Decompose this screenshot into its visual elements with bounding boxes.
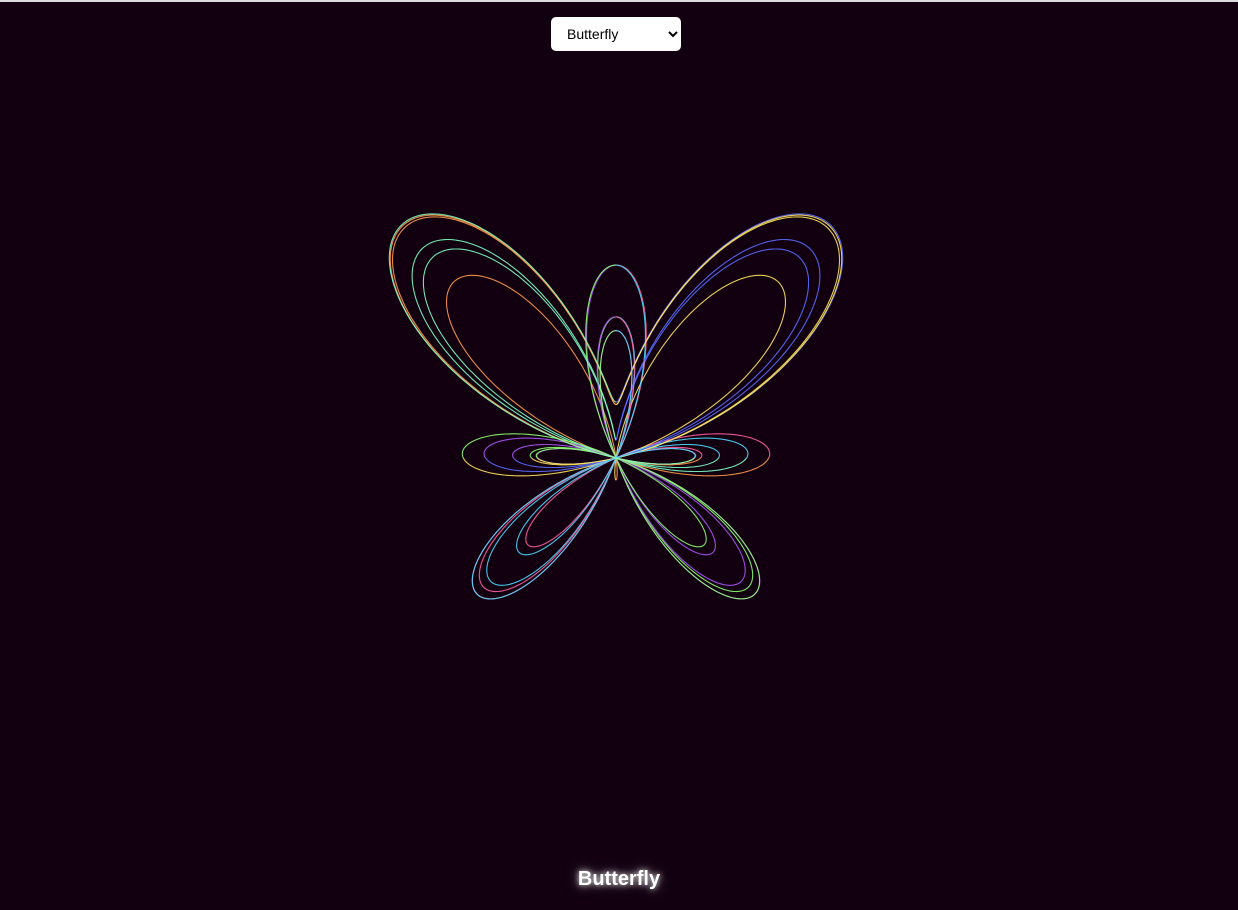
- drawing-canvas: [0, 0, 1238, 910]
- curve-segment: [486, 316, 720, 586]
- curve-selector-container: Butterfly: [551, 17, 681, 51]
- curve-segment: [389, 214, 695, 465]
- curve-segment: [513, 238, 821, 469]
- curve-segment: [512, 316, 746, 586]
- curve-title: Butterfly: [577, 868, 661, 890]
- curve-segment: [537, 214, 843, 465]
- butterfly-curve-plot: [388, 213, 844, 600]
- curve-segment: [445, 274, 770, 481]
- curve-segment: [411, 238, 719, 469]
- curve-segment: [462, 274, 787, 481]
- curve-type-dropdown[interactable]: Butterfly: [551, 17, 681, 51]
